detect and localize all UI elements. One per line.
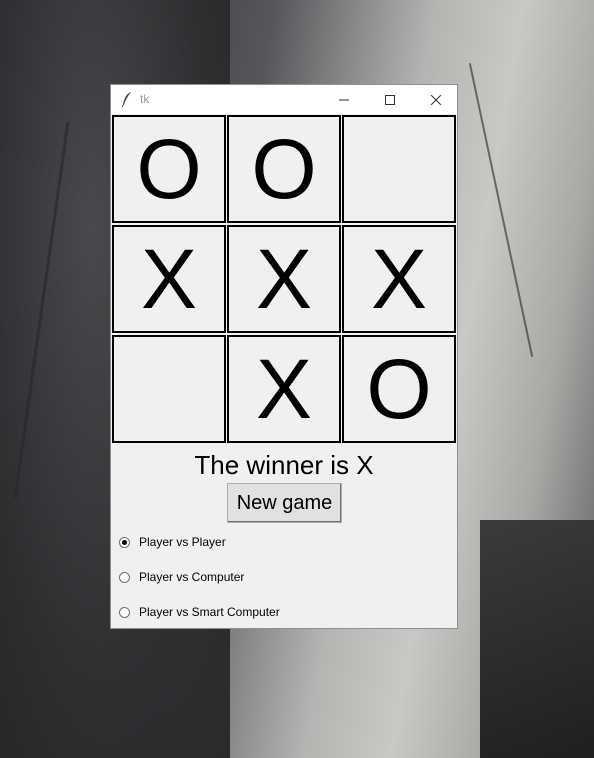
maximize-icon — [385, 94, 395, 105]
new-game-button[interactable]: New game — [227, 483, 342, 523]
mode-label: Player vs Smart Computer — [139, 605, 280, 619]
feather-icon — [121, 91, 133, 108]
winner-status: The winner is X — [194, 450, 374, 480]
mode-option-player-vs-player[interactable]: Player vs Player — [119, 535, 226, 549]
mode-option-player-vs-computer[interactable]: Player vs Computer — [119, 570, 244, 584]
board-cell-5[interactable]: X — [227, 225, 341, 333]
mode-label: Player vs Computer — [139, 570, 245, 584]
radio-icon[interactable] — [119, 606, 130, 618]
minimize-icon — [339, 99, 349, 100]
game-board: O O X X X X O — [111, 114, 457, 444]
board-cell-9[interactable]: O — [342, 335, 456, 443]
board-cell-1[interactable]: O — [112, 115, 226, 223]
radio-icon[interactable] — [119, 571, 130, 583]
board-cell-2[interactable]: O — [227, 115, 341, 223]
board-cell-7[interactable] — [112, 335, 226, 443]
window-title: tk — [140, 92, 150, 106]
radio-selected-icon[interactable] — [119, 536, 130, 548]
app-window: tk O O X X X X O The winner is X New gam… — [110, 84, 458, 629]
mode-label: Player vs Player — [139, 535, 226, 549]
board-cell-6[interactable]: X — [342, 225, 456, 333]
maximize-button[interactable] — [367, 85, 413, 114]
title-bar[interactable]: tk — [111, 85, 457, 114]
close-button[interactable] — [413, 85, 459, 114]
mode-option-player-vs-smart-computer[interactable]: Player vs Smart Computer — [119, 605, 280, 619]
board-cell-8[interactable]: X — [227, 335, 341, 443]
desktop-background-rock — [480, 520, 594, 758]
close-icon — [431, 94, 441, 105]
background-crack — [468, 63, 534, 357]
board-cell-3[interactable] — [342, 115, 456, 223]
board-cell-4[interactable]: X — [112, 225, 226, 333]
minimize-button[interactable] — [321, 85, 367, 114]
